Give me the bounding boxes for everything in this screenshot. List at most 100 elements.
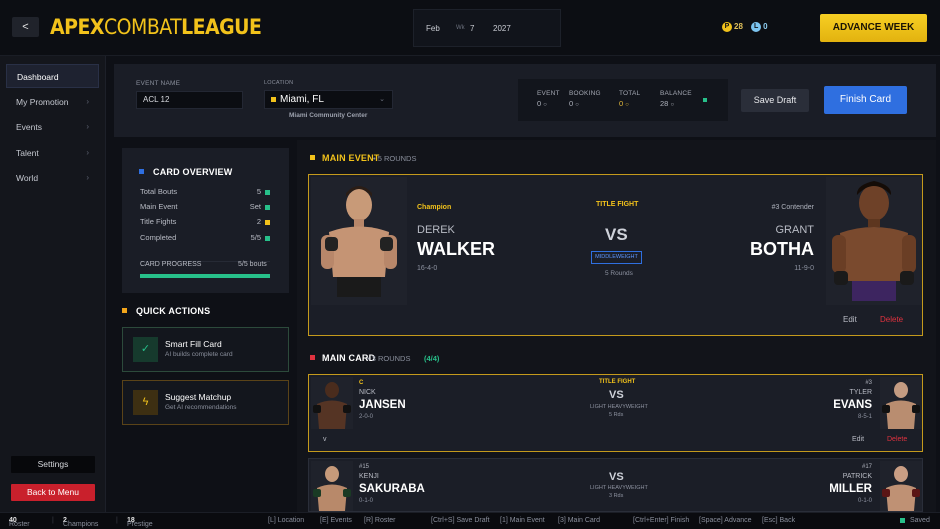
division-badge: MIDDLEWEIGHT: [591, 251, 642, 264]
roster-count: Roster 40: [9, 517, 30, 528]
shortcut-finish: [Ctrl+Enter] Finish: [633, 517, 690, 524]
delete-button[interactable]: Delete: [887, 436, 907, 443]
save-draft-button[interactable]: Save Draft: [741, 89, 809, 112]
back-button[interactable]: <: [12, 17, 39, 37]
fighter-record: 16-4-0: [417, 265, 438, 272]
fighter-first-name: NICK: [359, 389, 376, 396]
fighter-portrait-jansen: [311, 377, 353, 429]
fighter-first-name: KENJI: [359, 473, 379, 480]
stat-number: 28: [660, 99, 669, 108]
fighter-portrait-sakuraba: [311, 461, 353, 511]
action-title: Smart Fill Card: [165, 339, 222, 349]
coin-icon: ○: [543, 102, 547, 108]
delete-button[interactable]: Delete: [880, 315, 903, 324]
advance-week-button[interactable]: ADVANCE WEEK: [820, 14, 927, 42]
fighter-first-name: DEREK: [417, 224, 455, 236]
logo-part-league: LEAGUE: [181, 15, 262, 39]
lightning-icon: ϟ: [133, 390, 158, 415]
card-progress-bar: [140, 274, 270, 278]
sidebar-item-world[interactable]: World ›: [6, 166, 99, 190]
fighter-last-name: JANSEN: [359, 399, 406, 411]
smart-fill-card-button[interactable]: ✓ Smart Fill Card AI builds complete car…: [122, 327, 289, 372]
finish-card-button[interactable]: Finish Card: [824, 86, 907, 114]
shortcut-main-card: [3] Main Card: [558, 517, 601, 524]
sidebar-item-talent[interactable]: Talent ›: [6, 141, 99, 165]
chevron-right-icon: ›: [86, 173, 89, 182]
overview-row-main-event: Main Event Set: [140, 202, 270, 211]
rounds-label: 3 Rds: [609, 493, 624, 499]
logo-part-apex: APEX: [50, 15, 104, 39]
date-week: 7: [470, 24, 475, 33]
bout-card[interactable]: C NICK JANSEN 2-0-0 v TITLE FIGHT VS LIG…: [308, 374, 923, 452]
date-week-label: Wk: [456, 25, 465, 31]
fighter-tag: #15: [359, 464, 370, 470]
suggest-matchup-button[interactable]: ϟ Suggest Matchup Get AI recommendations: [122, 380, 289, 425]
chevron-right-icon: ›: [86, 122, 89, 131]
row-value-text: 5/5: [250, 233, 261, 242]
fighter-tag: #3 Contender: [771, 204, 814, 211]
stat-number: 0: [537, 99, 542, 108]
row-value: 2: [257, 217, 270, 226]
main-card-rounds: • 3 ROUNDS: [367, 354, 411, 363]
edit-button[interactable]: Edit: [852, 436, 864, 443]
row-value-text: 5: [256, 187, 261, 196]
sidebar: Dashboard My Promotion › Events › Talent › …: [0, 56, 106, 512]
location-value: Miami, FL: [280, 94, 324, 105]
stat-number: 0: [619, 99, 624, 108]
sidebar-item-my-promotion[interactable]: My Promotion ›: [6, 90, 99, 114]
stat-event: EVENT 0 ○: [537, 90, 560, 108]
row-label: Main Event: [140, 202, 178, 211]
location-pin-icon: [271, 96, 276, 102]
row-label: Title Fights: [140, 217, 177, 226]
fighter-portrait-botha: [826, 177, 922, 305]
row-value-text: 2: [256, 217, 261, 226]
back-to-menu-button[interactable]: Back to Menu: [11, 484, 95, 501]
action-title: Suggest Matchup: [165, 392, 232, 402]
chevron-right-icon: ›: [86, 148, 89, 157]
main-event-card[interactable]: Champion DEREK WALKER 16-4-0 TITLE FIGHT…: [308, 174, 923, 336]
coin-icon: ○: [670, 102, 675, 108]
fighter-record: 8-5-1: [857, 414, 872, 420]
status-label: Roster: [9, 521, 30, 528]
location-label: LOCATION: [264, 80, 294, 86]
row-label: Total Bouts: [140, 187, 178, 196]
fighter-tag: #3: [865, 380, 872, 386]
fighter-tag: C: [359, 380, 364, 386]
sidebar-item-events[interactable]: Events ›: [6, 115, 99, 139]
stat-label: TOTAL: [619, 90, 641, 97]
section-marker: [310, 155, 315, 160]
currency-display: P 28 L0: [722, 22, 768, 32]
date-display: Feb Wk 7 2027: [413, 9, 561, 47]
fighter-portrait-evans: [880, 377, 922, 429]
rounds-label: 5 Rds: [609, 412, 624, 418]
fighter-tag: Champion: [417, 204, 452, 211]
location-select[interactable]: Miami, FL ⌄: [264, 90, 393, 109]
stat-booking: BOOKING 0 ○: [569, 90, 601, 108]
prestige-value: Prestige 18: [127, 517, 153, 528]
fighter-record: 11-9-0: [794, 265, 814, 272]
saved-label: Saved: [910, 517, 930, 524]
overview-row-total-bouts: Total Bouts 5: [140, 187, 270, 196]
card-overview-panel: CARD OVERVIEW Total Bouts 5 Main Event Set…: [122, 148, 289, 293]
sidebar-item-label: World: [16, 173, 39, 183]
status-square: [265, 189, 270, 195]
card-progress-fill: [140, 274, 270, 278]
edit-button[interactable]: Edit: [843, 315, 857, 324]
bout-card[interactable]: #15 KENJI SAKURABA 0-1-0 VS LIGHT HEAVYW…: [308, 458, 923, 512]
status-label: Prestige: [127, 521, 153, 528]
main-event-rounds: • 5 ROUNDS: [373, 154, 417, 163]
status-bar: Roster 40 | Champions 2 | Prestige 18 [L…: [0, 512, 940, 529]
expand-chevron-icon[interactable]: v: [323, 436, 327, 443]
sidebar-item-dashboard[interactable]: Dashboard: [6, 64, 99, 88]
fighter-last-name: WALKER: [417, 239, 495, 259]
date-year: 2027: [493, 24, 511, 33]
fighter-tag: #17: [861, 464, 872, 470]
event-name-input[interactable]: ACL 12: [136, 91, 243, 109]
vs-label: VS: [609, 471, 624, 483]
fighter-first-name: GRANT: [775, 224, 815, 236]
chevron-down-icon: ⌄: [379, 96, 385, 103]
vs-label: VS: [605, 225, 628, 244]
shortcut-advance: [Space] Advance: [699, 517, 752, 524]
sidebar-item-label: Dashboard: [17, 72, 59, 82]
settings-button[interactable]: Settings: [11, 456, 95, 473]
